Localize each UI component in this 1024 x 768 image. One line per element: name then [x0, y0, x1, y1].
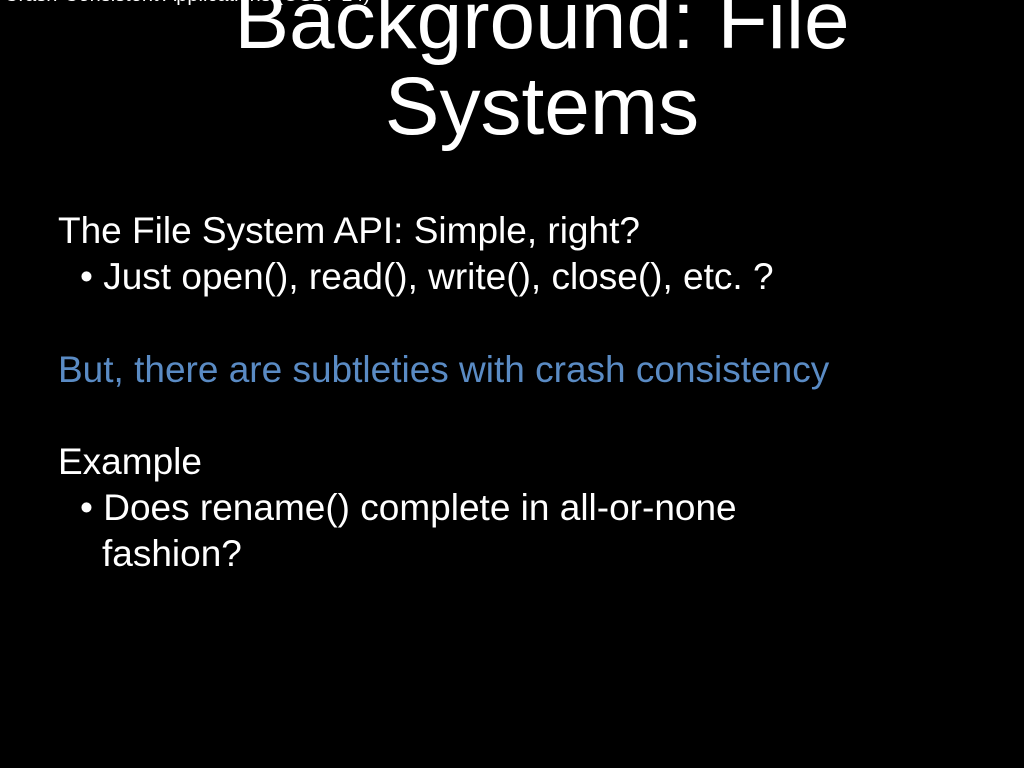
para3-intro: Example [58, 439, 984, 485]
para1-intro: The File System API: Simple, right? [58, 208, 984, 254]
paragraph-example: Example Does rename() complete in all-or… [58, 439, 984, 578]
para3-bullet-line1: Does rename() complete in all-or-none [58, 485, 984, 531]
slide-content: The File System API: Simple, right? Just… [58, 208, 984, 578]
header-note: Crash-Consistent Applications (OSDI '14) [4, 0, 370, 7]
para3-bullet-line2: fashion? [58, 531, 984, 577]
slide-title: Background: File Systems [160, 0, 924, 150]
paragraph-subtleties: But, there are subtleties with crash con… [58, 347, 984, 393]
para1-bullet: Just open(), read(), write(), close(), e… [58, 254, 984, 300]
paragraph-api: The File System API: Simple, right? Just… [58, 208, 984, 301]
